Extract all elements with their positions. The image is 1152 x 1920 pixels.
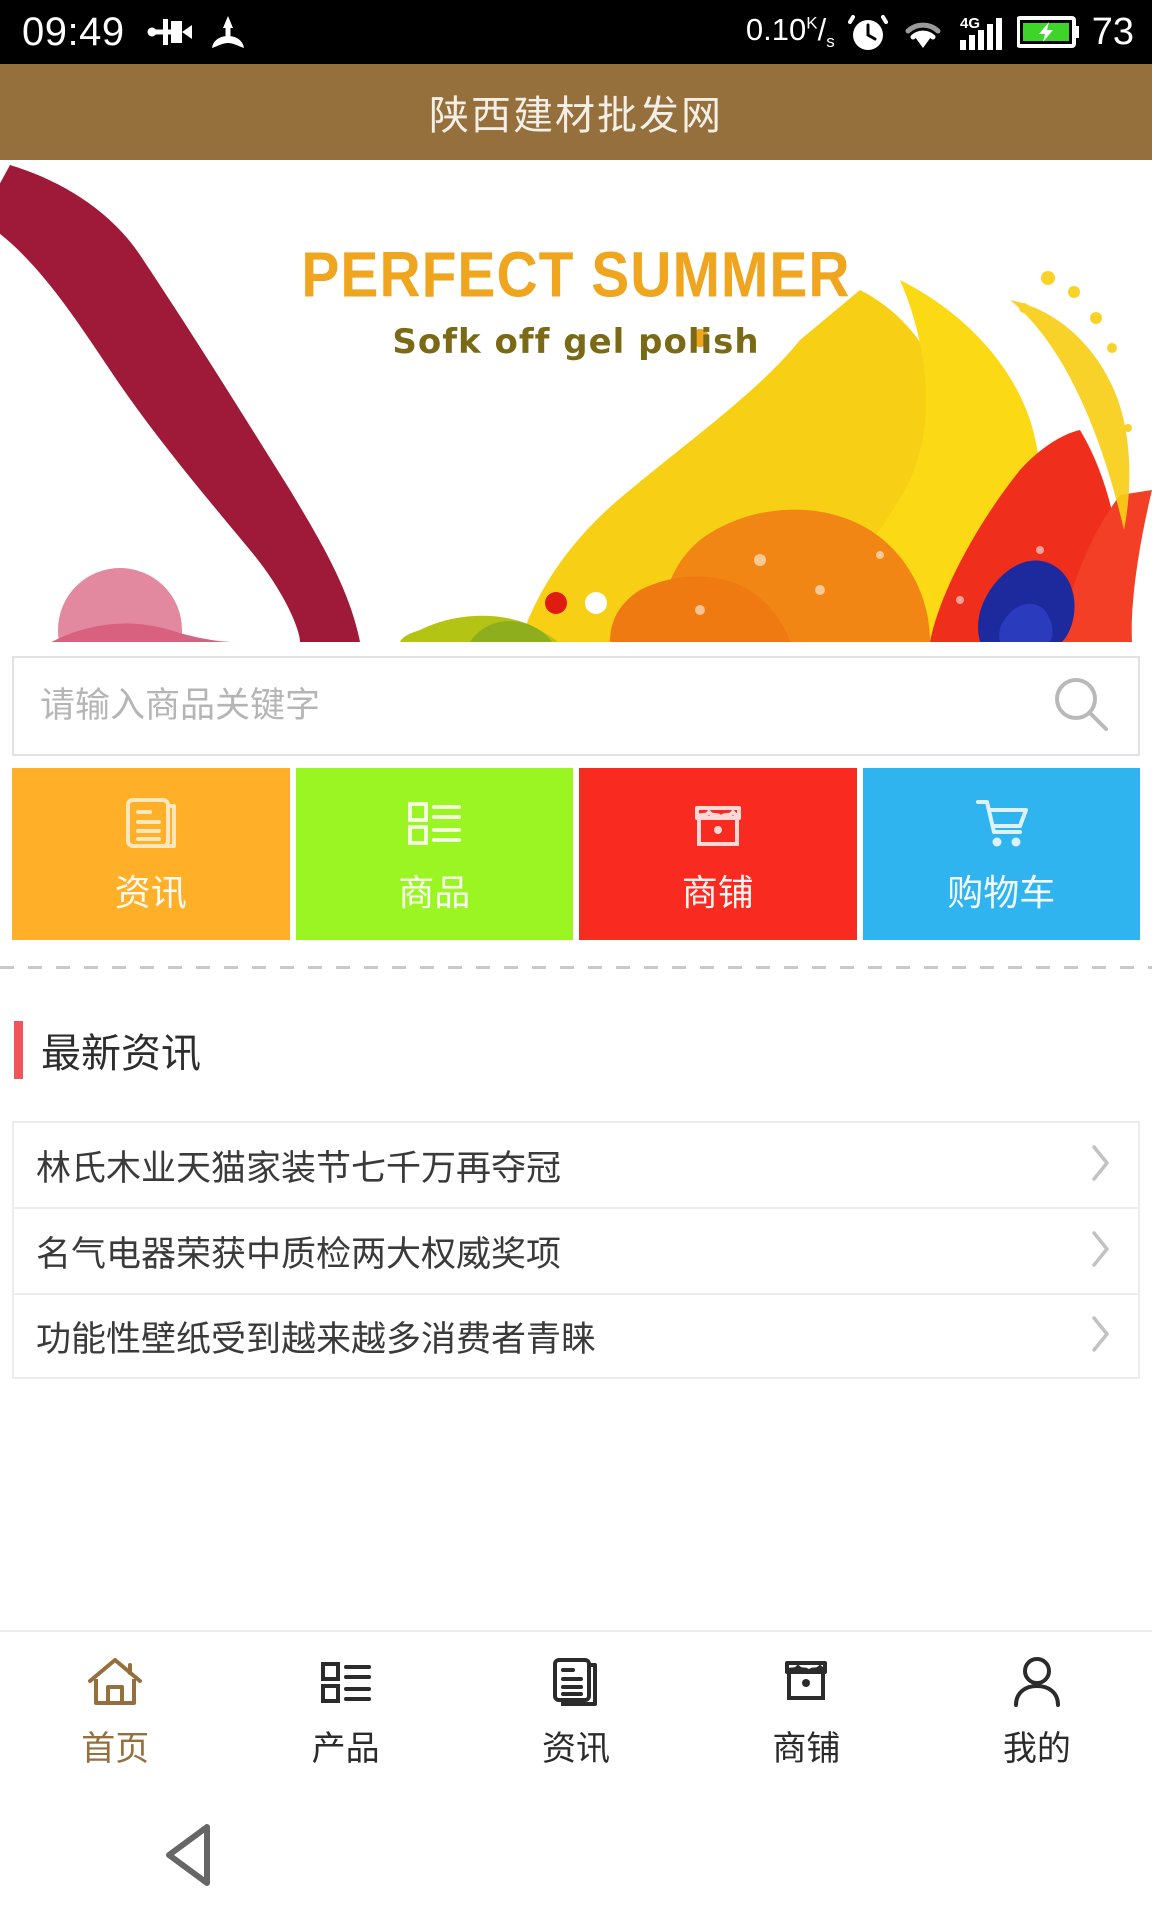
network-speed: 0.10K/s bbox=[745, 11, 835, 52]
nav-item-profile[interactable]: 我的 bbox=[922, 1653, 1152, 1770]
tile-cart[interactable]: 购物车 bbox=[862, 768, 1140, 940]
search-input[interactable] bbox=[40, 686, 1050, 726]
tile-news[interactable]: 资讯 bbox=[12, 768, 290, 940]
banner-artwork bbox=[0, 160, 1152, 642]
nav-label: 商铺 bbox=[772, 1728, 841, 1769]
carousel-dot-2[interactable] bbox=[585, 592, 607, 614]
news-list: 林氏木业天猫家装节七千万再夺冠 名气电器荣获中质检两大权威奖项 功能性壁纸受到越… bbox=[0, 1121, 1152, 1379]
nav-item-news[interactable]: 资讯 bbox=[461, 1653, 691, 1770]
usb-icon bbox=[147, 15, 193, 49]
news-title: 功能性壁纸受到越来越多消费者青睐 bbox=[36, 1319, 597, 1360]
product-list-icon bbox=[403, 792, 465, 854]
svg-text:4G: 4G bbox=[960, 15, 980, 32]
shop-icon bbox=[687, 792, 749, 854]
carousel-dots[interactable] bbox=[0, 592, 1152, 614]
chevron-right-icon bbox=[1090, 1229, 1112, 1274]
back-triangle-icon[interactable] bbox=[0, 1819, 380, 1891]
tile-label: 商铺 bbox=[681, 873, 754, 914]
nav-item-shop[interactable]: 商铺 bbox=[691, 1653, 921, 1770]
news-document-icon bbox=[547, 1653, 605, 1711]
list-item[interactable]: 名气电器荣获中质检两大权威奖项 bbox=[12, 1207, 1140, 1293]
nav-item-product[interactable]: 产品 bbox=[230, 1653, 460, 1770]
tile-label: 商品 bbox=[398, 873, 471, 914]
nav-item-home[interactable]: 首页 bbox=[0, 1653, 230, 1770]
alarm-icon bbox=[847, 11, 888, 53]
product-list-icon bbox=[317, 1653, 375, 1711]
signal-4g-icon: 4G bbox=[958, 12, 1004, 52]
nav-label: 资讯 bbox=[542, 1728, 611, 1769]
battery-percent: 73 bbox=[1091, 10, 1134, 53]
section-accent-bar bbox=[14, 1021, 23, 1079]
latest-news-header: 最新资讯 bbox=[0, 969, 1152, 1079]
nav-label: 首页 bbox=[81, 1728, 150, 1769]
status-bar: 09:49 0.10K/s 4G 73 bbox=[0, 0, 1152, 64]
search-bar[interactable] bbox=[12, 656, 1140, 756]
news-title: 名气电器荣获中质检两大权威奖项 bbox=[36, 1234, 562, 1275]
nav-label: 产品 bbox=[311, 1728, 380, 1769]
user-icon bbox=[1008, 1653, 1066, 1711]
share-icon bbox=[209, 14, 247, 50]
tile-label: 资讯 bbox=[114, 873, 187, 914]
chevron-right-icon bbox=[1090, 1143, 1112, 1188]
status-right-icons: 0.10K/s 4G 73 bbox=[746, 11, 1134, 54]
bottom-navigation: 首页 产品 资讯 商铺 我的 bbox=[0, 1630, 1152, 1790]
home-icon bbox=[86, 1653, 144, 1711]
tile-label: 购物车 bbox=[947, 873, 1056, 914]
android-system-bar bbox=[0, 1790, 1152, 1920]
chevron-right-icon bbox=[1090, 1314, 1112, 1359]
news-document-icon bbox=[120, 792, 182, 854]
app-header: 陕西建材批发网 bbox=[0, 64, 1152, 160]
search-icon[interactable] bbox=[1050, 673, 1112, 740]
page-title: 陕西建材批发网 bbox=[429, 93, 723, 139]
list-item[interactable]: 功能性壁纸受到越来越多消费者青睐 bbox=[12, 1293, 1140, 1379]
promo-banner-carousel[interactable]: PERFECT SUMMER Sofk off gel polish bbox=[0, 160, 1152, 642]
tile-shop[interactable]: 商铺 bbox=[579, 768, 857, 940]
category-tiles: 资讯 商品 商铺 购物车 bbox=[0, 756, 1152, 940]
status-time: 09:49 bbox=[22, 10, 125, 54]
section-title-text: 最新资讯 bbox=[41, 1031, 201, 1077]
list-item[interactable]: 林氏木业天猫家装节七千万再夺冠 bbox=[12, 1121, 1140, 1207]
tile-product[interactable]: 商品 bbox=[295, 768, 573, 940]
battery-charging-icon bbox=[1016, 15, 1079, 49]
wifi-icon bbox=[901, 15, 945, 49]
search-section bbox=[0, 642, 1152, 756]
shopping-cart-icon bbox=[970, 792, 1032, 854]
shop-icon bbox=[777, 1653, 835, 1711]
news-title: 林氏木业天猫家装节七千万再夺冠 bbox=[36, 1148, 562, 1189]
status-left-icons bbox=[147, 14, 247, 50]
carousel-dot-1[interactable] bbox=[545, 592, 567, 614]
nav-label: 我的 bbox=[1002, 1728, 1071, 1769]
